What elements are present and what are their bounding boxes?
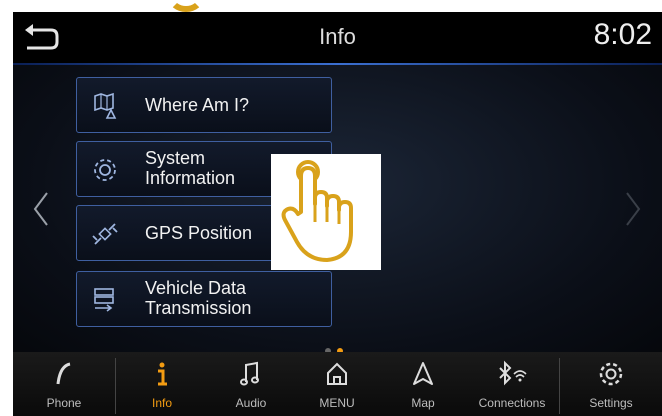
clock: 8:02 [593,18,652,51]
nav-label: Audio [235,396,267,410]
nav-label: Phone [46,396,82,410]
gear-icon [94,159,116,181]
info-icon [116,360,208,388]
page-title: Info [319,24,356,49]
nav-label: Info [151,396,172,410]
tap-gesture-overlay [271,154,381,270]
nav-label: Connections [478,396,546,410]
satellite-icon [92,223,118,245]
menu-item-label: GPS Position [145,223,253,243]
menu-item-label: Where Am I? [145,95,250,115]
menu-item-label-line-1: Vehicle Data [145,278,247,298]
where-am-i-button[interactable]: Where Am I? [76,77,332,133]
nav-phone[interactable]: Phone [13,352,115,416]
phone-icon [13,360,115,388]
music-note-icon [208,360,294,388]
gear-icon [560,360,662,388]
nav-info[interactable]: Info [116,352,208,416]
bluetooth-wifi-icon [466,360,558,388]
menu-item-label-line-1: System [145,148,206,168]
nav-connections[interactable]: Connections [466,352,558,416]
map-location-icon [94,92,117,119]
nav-label: Map [411,396,435,410]
infotainment-screen: Info 8:02 Where Am I? System Information… [13,12,662,416]
vehicle-data-transmission-button[interactable]: Vehicle Data Transmission [76,271,332,327]
data-transmission-icon [94,288,114,312]
menu-item-label-line-2: Information [145,168,236,188]
nav-label: MENU [319,396,355,410]
nav-audio[interactable]: Audio [208,352,294,416]
previous-page-arrow[interactable] [31,189,51,229]
nav-settings[interactable]: Settings [560,352,662,416]
next-page-arrow[interactable] [623,189,643,229]
nav-label: Settings [589,396,633,410]
bottom-navigation-bar: Phone Info Audio MENU Map Connections Se… [13,352,662,416]
menu-item-label-line-2: Transmission [145,298,252,318]
nav-map[interactable]: Map [380,352,466,416]
hand-pointer-icon [281,160,353,262]
menu-item-label: System Information [145,148,235,188]
menu-item-label: Vehicle Data Transmission [145,278,251,318]
nav-menu[interactable]: MENU [294,352,380,416]
header-bar: Info 8:02 [13,12,662,65]
pointer-ring-fragment [168,0,204,12]
home-icon [294,360,380,388]
navigation-arrow-icon [380,360,466,388]
